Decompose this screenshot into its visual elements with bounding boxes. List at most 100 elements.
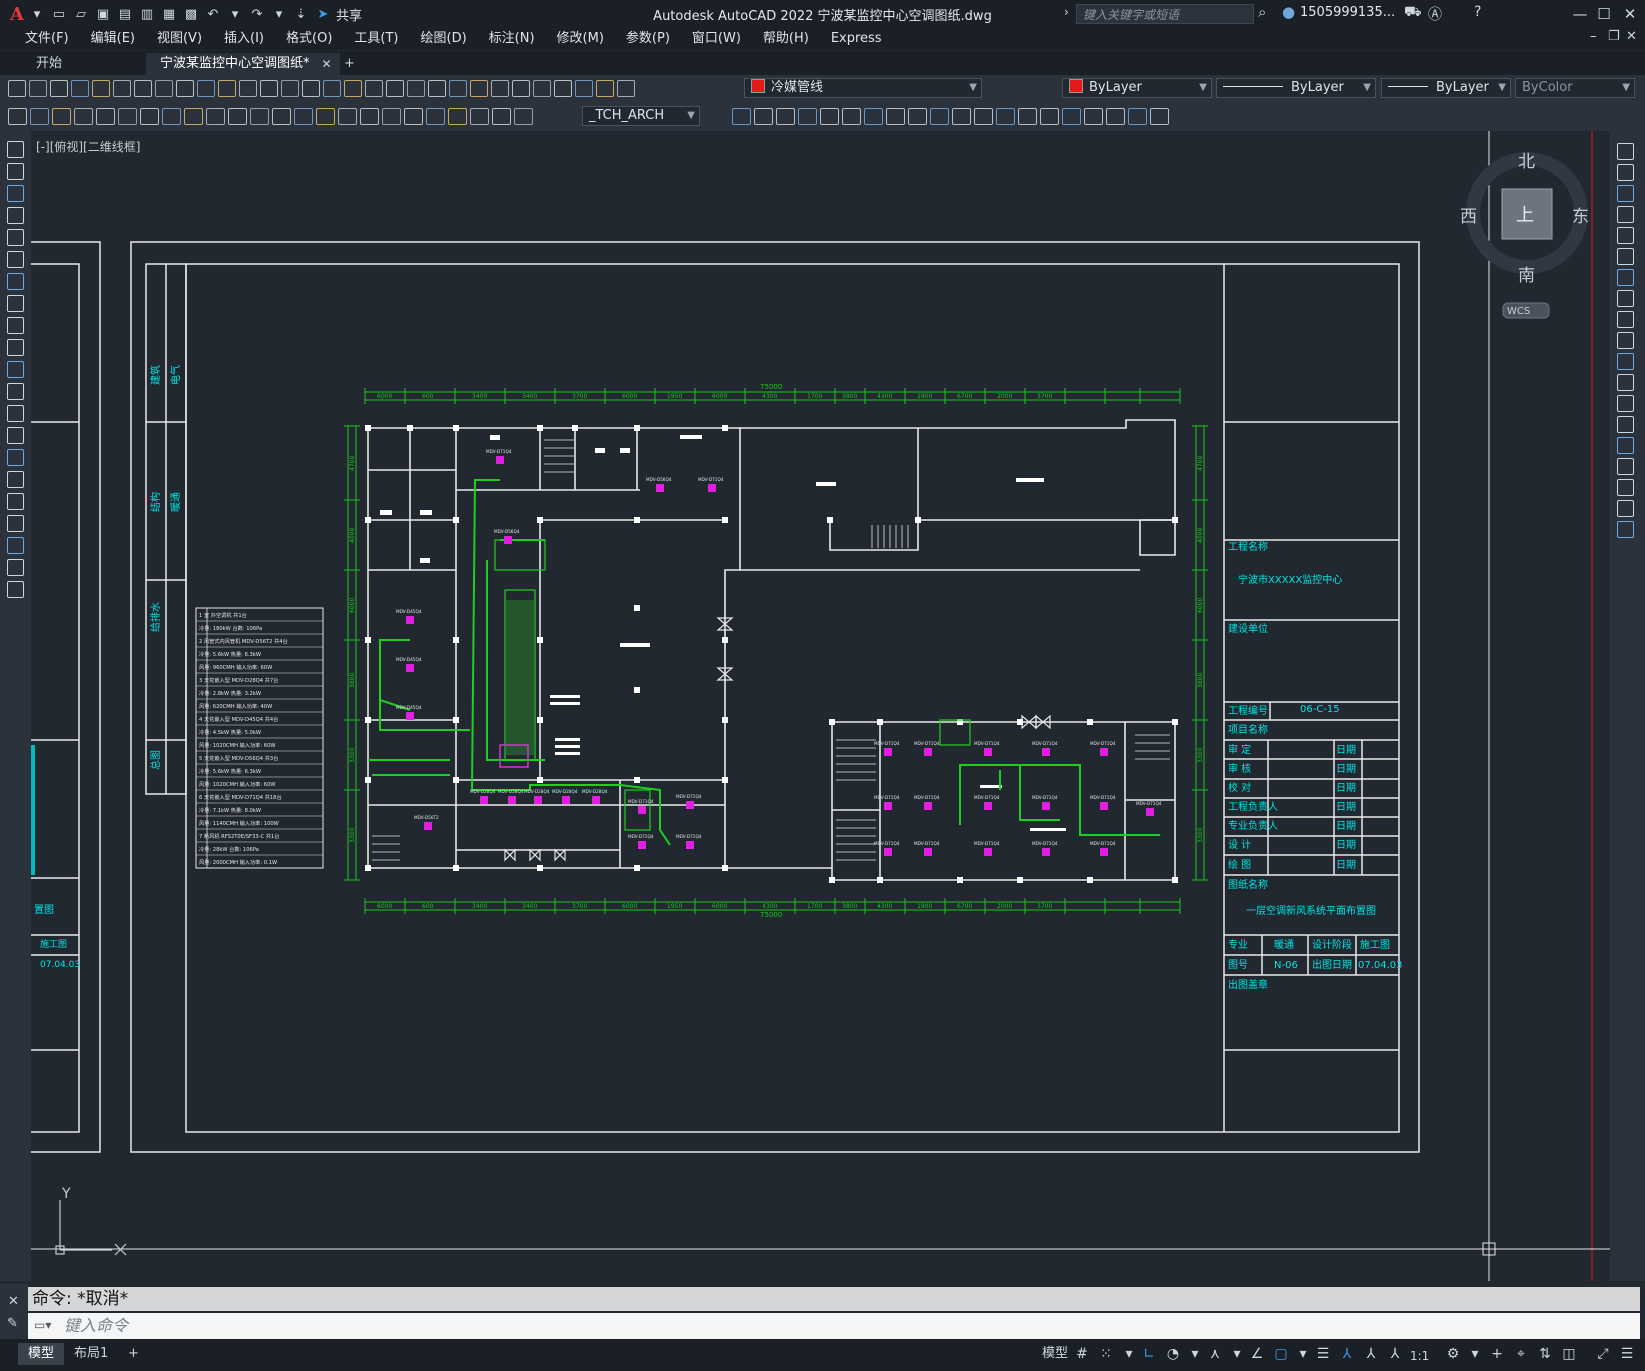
menu-draw[interactable]: 绘图(D) <box>410 30 478 48</box>
continue-dim-icon[interactable] <box>228 108 247 125</box>
fillet-icon[interactable] <box>1617 458 1634 475</box>
copy-object-icon[interactable] <box>754 108 773 125</box>
help-icon[interactable] <box>449 80 467 97</box>
jogged-dim-icon[interactable] <box>118 108 137 125</box>
break-icon[interactable] <box>272 108 291 125</box>
plot-icon[interactable] <box>71 80 89 97</box>
text-style-dropdown[interactable]: _TCH_ARCH ▼ <box>582 106 700 126</box>
menu-view[interactable]: 视图(V) <box>146 30 213 48</box>
model-space-button[interactable]: 模型 <box>1032 1343 1078 1365</box>
dropdown-icon[interactable]: ▾ <box>1120 1345 1138 1363</box>
lineweight-dropdown[interactable]: ByLayer ▼ <box>1381 78 1511 98</box>
menu-help[interactable]: 帮助(H) <box>752 30 820 48</box>
erase-icon[interactable] <box>1617 143 1634 160</box>
polyline-icon[interactable] <box>7 185 24 202</box>
plotstyle-dropdown[interactable]: ByColor ▼ <box>1515 78 1635 98</box>
array-icon[interactable] <box>820 108 839 125</box>
layer-dropdown[interactable]: 冷媒管线 ▼ <box>744 78 982 98</box>
table-icon[interactable] <box>7 515 24 532</box>
multiline-text-icon[interactable] <box>7 537 24 554</box>
line-icon[interactable] <box>7 581 24 598</box>
move-icon[interactable] <box>842 108 861 125</box>
tolerance-icon[interactable] <box>294 108 313 125</box>
save-icon[interactable] <box>50 80 68 97</box>
dim-style-icon[interactable] <box>448 108 467 125</box>
space-icon[interactable] <box>250 108 269 125</box>
autodesk-a360-icon[interactable]: Ⓐ <box>1428 4 1442 24</box>
tab-start[interactable]: 开始 <box>22 53 76 75</box>
arc-dim-icon[interactable] <box>52 108 71 125</box>
viewport-controls[interactable]: [-][俯视][二维线框] <box>36 138 140 155</box>
chamfer-icon[interactable] <box>1018 108 1037 125</box>
dropdown-icon[interactable]: ▾ <box>1294 1345 1312 1363</box>
new-tab-button[interactable]: + <box>330 53 369 75</box>
break-at-point-icon[interactable] <box>1617 374 1634 391</box>
layer-icon[interactable] <box>470 80 488 97</box>
object-snap-icon[interactable]: ▢ <box>1272 1345 1290 1363</box>
lock-icon[interactable] <box>533 80 551 97</box>
sheet-set-icon[interactable] <box>386 80 404 97</box>
gradient-icon[interactable] <box>7 471 24 488</box>
baseline-dim-icon[interactable] <box>206 108 225 125</box>
tab-model-layout[interactable]: 模型 <box>18 1343 65 1365</box>
zoom-window-icon[interactable] <box>302 80 320 97</box>
close-window-icon[interactable]: ✕ <box>1620 4 1640 24</box>
menu-file[interactable]: 文件(F) <box>14 30 80 48</box>
paste-icon[interactable] <box>176 80 194 97</box>
mirror-icon[interactable] <box>1128 108 1147 125</box>
stretch-icon[interactable] <box>908 108 927 125</box>
auto-scale-icon[interactable]: ⅄ <box>1362 1345 1380 1363</box>
add-layout-button[interactable]: + <box>118 1343 149 1365</box>
dim-update-icon[interactable] <box>426 108 445 125</box>
edit-dim-icon[interactable] <box>382 108 401 125</box>
doc-restore-icon[interactable]: ❐ <box>1608 29 1620 44</box>
explode-icon[interactable] <box>1617 500 1634 517</box>
mirror-icon[interactable] <box>776 108 795 125</box>
insert-block-icon[interactable] <box>7 383 24 400</box>
ellipse-arc-icon[interactable] <box>7 361 24 378</box>
menu-modify[interactable]: 修改(M) <box>546 30 615 48</box>
array-icon[interactable] <box>1617 227 1634 244</box>
aligned-dim-icon[interactable] <box>30 108 49 125</box>
arc-dim-icon[interactable] <box>514 108 533 125</box>
design-center-icon[interactable] <box>344 80 362 97</box>
offset-icon[interactable] <box>798 108 817 125</box>
menu-window[interactable]: 窗口(W) <box>681 30 752 48</box>
construction-line-icon[interactable] <box>7 163 24 180</box>
join-icon[interactable] <box>996 108 1015 125</box>
stretch-icon[interactable] <box>1617 311 1634 328</box>
pan-icon[interactable] <box>260 80 278 97</box>
polar-icon[interactable]: ◔ <box>1164 1345 1182 1363</box>
dropdown-icon[interactable]: ▾ <box>1186 1345 1204 1363</box>
region-icon[interactable] <box>7 493 24 510</box>
customize-icon[interactable]: ✎ <box>7 1316 18 1331</box>
fullscreen-icon[interactable]: ⤢ <box>1594 1345 1612 1363</box>
join-icon[interactable] <box>1617 416 1634 433</box>
rotate-icon[interactable] <box>1617 269 1634 286</box>
clean-screen-icon[interactable]: ◫ <box>1560 1345 1578 1363</box>
properties-icon[interactable] <box>323 80 341 97</box>
menu-parametric[interactable]: 参数(P) <box>615 30 681 48</box>
revision-cloud-icon[interactable] <box>7 295 24 312</box>
undo-icon[interactable] <box>218 80 236 97</box>
match-icon[interactable] <box>197 80 215 97</box>
jogged-linear-icon[interactable] <box>360 108 379 125</box>
point-icon[interactable] <box>7 427 24 444</box>
aligned-dim-icon[interactable] <box>492 108 511 125</box>
menu-tools[interactable]: 工具(T) <box>343 30 409 48</box>
annotation-scale-icon[interactable]: ⅄ <box>1386 1345 1404 1363</box>
chamfer-icon[interactable] <box>1617 437 1634 454</box>
minimize-icon[interactable]: — <box>1570 4 1590 24</box>
zoom-icon[interactable] <box>281 80 299 97</box>
erase-icon[interactable] <box>1617 521 1634 538</box>
add-selected-icon[interactable] <box>7 559 24 576</box>
search-icon[interactable]: ⌕ <box>1258 3 1266 21</box>
annotation-scale-value[interactable]: 1:1 <box>1410 1349 1429 1363</box>
hatch-icon[interactable] <box>7 449 24 466</box>
menu-format[interactable]: 格式(O) <box>275 30 343 48</box>
trim-icon[interactable] <box>930 108 949 125</box>
open-icon[interactable] <box>29 80 47 97</box>
ellipse-icon[interactable] <box>7 339 24 356</box>
chevron-right-icon[interactable]: › <box>1064 5 1069 19</box>
fillet-icon[interactable] <box>1040 108 1059 125</box>
